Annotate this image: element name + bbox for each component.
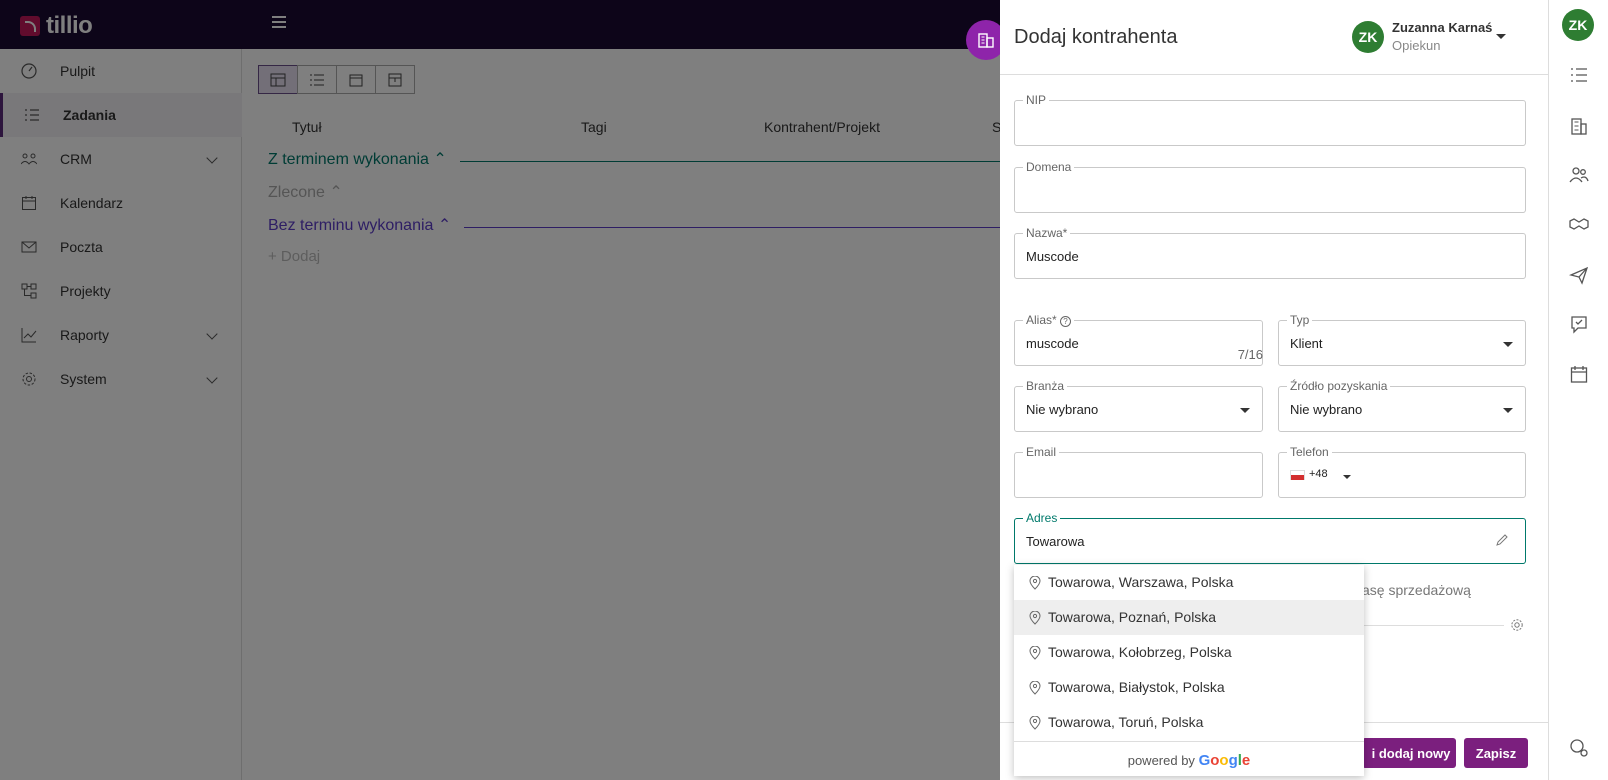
nip-field[interactable]: NIP [1014,93,1526,146]
field-value: Klient [1290,336,1323,351]
map-pin-icon [1029,716,1041,730]
email-field[interactable]: Email [1014,445,1263,498]
map-pin-icon [1029,646,1041,660]
user-role: Opiekun [1392,38,1441,53]
handshake-icon[interactable] [1569,214,1589,234]
field-label: NIP [1023,93,1050,107]
suggestion-item[interactable]: Towarowa, Poznań, Polska [1014,600,1364,635]
google-logo: Google [1199,752,1251,769]
field-label: Alias* ? [1023,313,1075,327]
help-settings-icon[interactable] [1569,738,1589,758]
caret-down-icon[interactable] [1343,475,1351,479]
source-select[interactable]: Źródło pozyskania Nie wybrano [1278,379,1526,432]
caret-down-icon [1503,342,1513,347]
field-label: Branża [1023,379,1068,393]
poland-flag-icon[interactable] [1290,470,1305,480]
field-value: Towarowa [1026,534,1085,549]
user-dropdown-caret-icon[interactable] [1496,34,1506,39]
contacts-people-icon[interactable] [1569,165,1589,185]
suggestion-item[interactable]: Towarowa, Kołobrzeg, Polska [1014,635,1364,670]
address-field[interactable]: Adres Towarowa [1014,511,1526,564]
phone-field[interactable]: Telefon +48 [1278,445,1526,498]
suggestion-item[interactable]: Towarowa, Białystok, Polska [1014,670,1364,705]
sales-opportunity-text: asę sprzedażową [1362,582,1471,598]
suggestion-text: Towarowa, Poznań, Polska [1048,609,1217,625]
settings-gear-icon[interactable] [1510,618,1524,632]
suggestion-text: Towarowa, Białystok, Polska [1048,679,1225,695]
help-circle-icon[interactable]: ? [1060,316,1072,327]
type-select[interactable]: Typ Klient [1278,313,1526,366]
modal-backdrop[interactable] [0,0,1000,780]
industry-select[interactable]: Branża Nie wybrano [1014,379,1263,432]
divider [1364,625,1504,626]
alias-field[interactable]: Alias* ? muscode 7/16 [1014,313,1263,366]
save-button[interactable]: Zapisz [1464,738,1528,768]
name-field[interactable]: Nazwa* Muscode [1014,226,1526,279]
field-label: Domena [1023,160,1075,174]
map-pin-icon [1029,611,1041,625]
pencil-edit-icon[interactable] [1495,533,1509,547]
field-value: muscode [1026,336,1079,351]
powered-by-google: powered by Google [1014,741,1364,776]
alias-label-text: Alias* [1026,313,1057,327]
user-name: Zuzanna Karnaś [1392,20,1493,35]
google-letter: G [1198,752,1211,769]
suggestion-text: Towarowa, Toruń, Polska [1048,714,1204,730]
field-value: Muscode [1026,249,1079,264]
tasks-list-icon[interactable] [1569,65,1589,85]
field-value: Nie wybrano [1026,402,1099,417]
field-label: Typ [1287,313,1313,327]
field-label: Email [1023,445,1060,459]
char-counter: 7/16 [1237,347,1263,362]
suggestion-text: Towarowa, Warszawa, Polska [1048,574,1234,590]
map-pin-icon [1029,576,1041,590]
field-label: Nazwa* [1023,226,1071,240]
map-pin-icon [1029,681,1041,695]
avatar[interactable]: ZK [1352,21,1384,53]
suggestion-text: Towarowa, Kołobrzeg, Polska [1048,644,1232,660]
field-label: Źródło pozyskania [1287,379,1391,393]
google-letter: g [1228,752,1238,769]
calendar-icon[interactable] [1569,364,1589,384]
domain-field[interactable]: Domena [1014,160,1526,213]
building-icon [978,33,994,48]
address-suggestions: Towarowa, Warszawa, Polska Towarowa, Poz… [1014,565,1364,776]
panel-title: Dodaj kontrahenta [1014,26,1178,48]
avatar[interactable]: ZK [1562,9,1594,41]
phone-prefix[interactable]: +48 [1309,468,1328,480]
caret-down-icon [1503,408,1513,413]
field-label: Adres [1023,511,1061,525]
google-letter: o [1219,752,1229,769]
field-value: Nie wybrano [1290,402,1363,417]
powered-by-text: powered by [1127,753,1195,768]
divider [1000,74,1548,75]
caret-down-icon [1240,408,1250,413]
google-letter: e [1241,752,1251,769]
comment-check-icon[interactable] [1569,314,1589,334]
field-label: Telefon [1287,445,1332,459]
send-paper-plane-icon[interactable] [1569,265,1589,285]
building-icon[interactable] [1569,116,1589,136]
suggestion-item[interactable]: Towarowa, Warszawa, Polska [1014,565,1364,600]
right-toolbar: ZK [1548,0,1608,780]
suggestion-item[interactable]: Towarowa, Toruń, Polska [1014,705,1364,740]
save-and-add-new-button[interactable]: i dodaj nowy [1362,738,1456,768]
